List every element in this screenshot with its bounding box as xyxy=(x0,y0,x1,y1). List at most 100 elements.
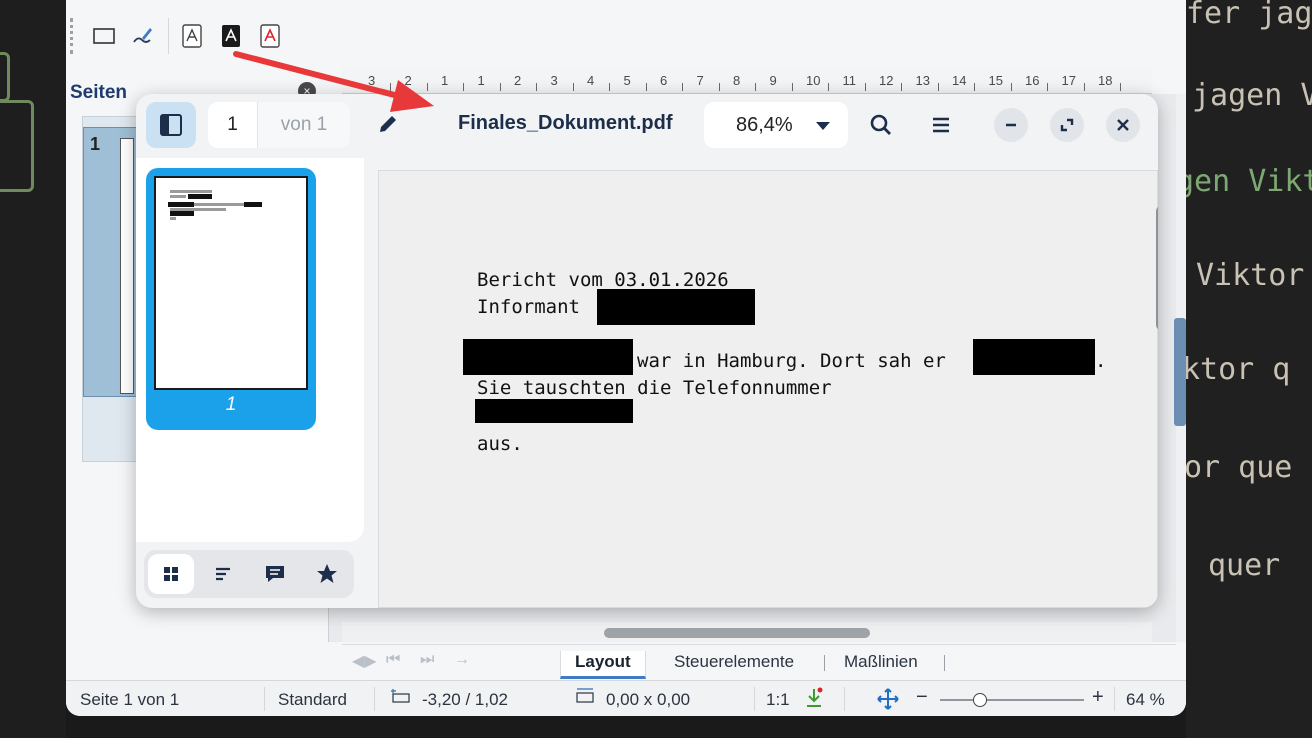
ruler-tick xyxy=(572,83,574,91)
mini-text-line xyxy=(170,195,186,198)
close-icon[interactable] xyxy=(1106,108,1140,142)
sidebar-icon xyxy=(160,114,182,136)
nav-last-icon[interactable]: → xyxy=(454,651,470,669)
status-page: Seite 1 von 1 xyxy=(80,690,180,709)
document-line-2: Informant xyxy=(477,296,580,318)
zoom-slider-track[interactable] xyxy=(940,699,1084,701)
document-line-5: aus. xyxy=(477,433,523,455)
pdf-red-icon[interactable] xyxy=(256,22,284,50)
search-icon[interactable] xyxy=(864,108,898,142)
ruler-tick xyxy=(609,83,611,91)
comment-icon xyxy=(266,566,284,582)
ruler-tick xyxy=(937,83,939,91)
tab-separator xyxy=(824,655,825,671)
side-panel-handle[interactable] xyxy=(1174,318,1186,426)
ruler-label: 16 xyxy=(1025,73,1040,88)
grid-view-tab[interactable] xyxy=(148,554,194,594)
ruler-tick xyxy=(1047,83,1049,91)
terminal-line: jagen V xyxy=(1192,78,1312,113)
status-position: -3,20 / 1,02 xyxy=(422,690,509,709)
page-thumbnail-sheet xyxy=(120,138,134,394)
ruler-label: 14 xyxy=(952,73,967,88)
terminal-line: quer xyxy=(1208,548,1281,583)
mini-text-line xyxy=(170,217,176,220)
terminal-line: gen Vikt xyxy=(1186,164,1312,199)
status-page-style[interactable]: Standard xyxy=(278,690,347,710)
minimize-icon[interactable] xyxy=(994,108,1028,142)
ruler-label: 8 xyxy=(733,73,741,88)
document-line-3-end: . xyxy=(1095,350,1107,372)
maximize-icon[interactable] xyxy=(1050,108,1084,142)
ruler-tick xyxy=(1083,83,1085,91)
ruler-tick xyxy=(463,83,465,91)
ruler-label: 4 xyxy=(587,73,595,88)
outline-view-tab[interactable] xyxy=(200,554,246,594)
ruler-label: 17 xyxy=(1061,73,1076,88)
zoom-dropdown[interactable]: 86,4% xyxy=(704,102,848,148)
ruler-tick xyxy=(682,83,684,91)
ruler-label: 11 xyxy=(842,73,857,88)
redaction-box xyxy=(973,339,1095,375)
signature-pen-icon[interactable] xyxy=(128,22,156,50)
ruler-label: 2 xyxy=(514,73,522,88)
ruler-tick xyxy=(1010,83,1012,91)
ruler-tick xyxy=(718,83,720,91)
toolbar-grip[interactable] xyxy=(70,18,74,54)
menu-icon[interactable] xyxy=(924,108,958,142)
nav-next-icon[interactable]: ⏭ xyxy=(420,651,434,669)
zoom-in-icon[interactable]: + xyxy=(1092,686,1104,709)
thumbnail-sidebar: 1 xyxy=(136,158,364,542)
redaction-box xyxy=(475,399,633,423)
terminal-line: fer jage xyxy=(1186,0,1312,31)
horizontal-scrollbar[interactable] xyxy=(342,622,1152,642)
ruler-label: 7 xyxy=(696,73,704,88)
ruler-tick xyxy=(828,83,830,91)
ruler-tick xyxy=(791,83,793,91)
page-thumbnail-sheet xyxy=(154,176,308,390)
ruler-tick xyxy=(645,83,647,91)
zoom-slider-handle[interactable] xyxy=(973,693,988,707)
terminal-line: Viktor xyxy=(1196,258,1305,293)
chevron-down-icon xyxy=(816,122,830,130)
tab-steuerelemente[interactable]: Steuerelemente xyxy=(660,651,808,679)
ruler-tick xyxy=(1120,83,1122,91)
side-panel-title: Seiten xyxy=(70,82,128,103)
ruler-label: 9 xyxy=(769,73,777,88)
tab-separator xyxy=(944,655,945,671)
bookmarks-view-tab[interactable] xyxy=(304,554,350,594)
nav-prev-icon[interactable]: ⏮ xyxy=(386,651,400,669)
document-line-1: Bericht vom 03.01.2026 xyxy=(477,269,729,291)
tab-layout[interactable]: Layout xyxy=(560,651,646,679)
signature-status-icon[interactable] xyxy=(804,687,824,714)
status-separator xyxy=(754,687,755,711)
zoom-out-icon[interactable]: − xyxy=(916,686,928,709)
comments-view-tab[interactable] xyxy=(252,554,298,594)
status-scale[interactable]: 1:1 xyxy=(766,690,790,710)
grid-icon xyxy=(164,567,178,581)
toolbar-separator xyxy=(168,18,169,54)
ruler-tick xyxy=(901,83,903,91)
ruler-label: 5 xyxy=(623,73,631,88)
background-device-outline xyxy=(0,100,34,192)
background-device-top xyxy=(0,52,10,102)
move-icon[interactable] xyxy=(876,687,900,716)
sidebar-toggle-button[interactable] xyxy=(146,102,196,148)
position-icon xyxy=(390,687,412,710)
pdf-export-direct-icon[interactable] xyxy=(217,22,245,50)
horizontal-scrollbar-thumb[interactable] xyxy=(604,628,870,638)
mini-text-line xyxy=(194,203,246,206)
status-zoom[interactable]: 64 % xyxy=(1126,690,1165,710)
annotation-arrow xyxy=(233,51,434,112)
pdf-export-icon[interactable] xyxy=(178,22,206,50)
ruler-label: 13 xyxy=(915,73,930,88)
document-scrollbar-thumb[interactable] xyxy=(1156,206,1158,330)
tab-masslinien[interactable]: Maßlinien xyxy=(830,651,932,679)
star-icon xyxy=(317,564,337,583)
nav-first-icon[interactable]: ← xyxy=(354,651,370,669)
status-separator xyxy=(1114,687,1115,711)
document-view-area[interactable]: Bericht vom 03.01.2026 Informant war in … xyxy=(378,170,1158,608)
page-thumbnail-selected[interactable]: 1 xyxy=(146,168,316,430)
rectangle-icon[interactable] xyxy=(90,22,118,50)
ruler-label: 3 xyxy=(550,73,558,88)
ruler-tick xyxy=(499,83,501,91)
